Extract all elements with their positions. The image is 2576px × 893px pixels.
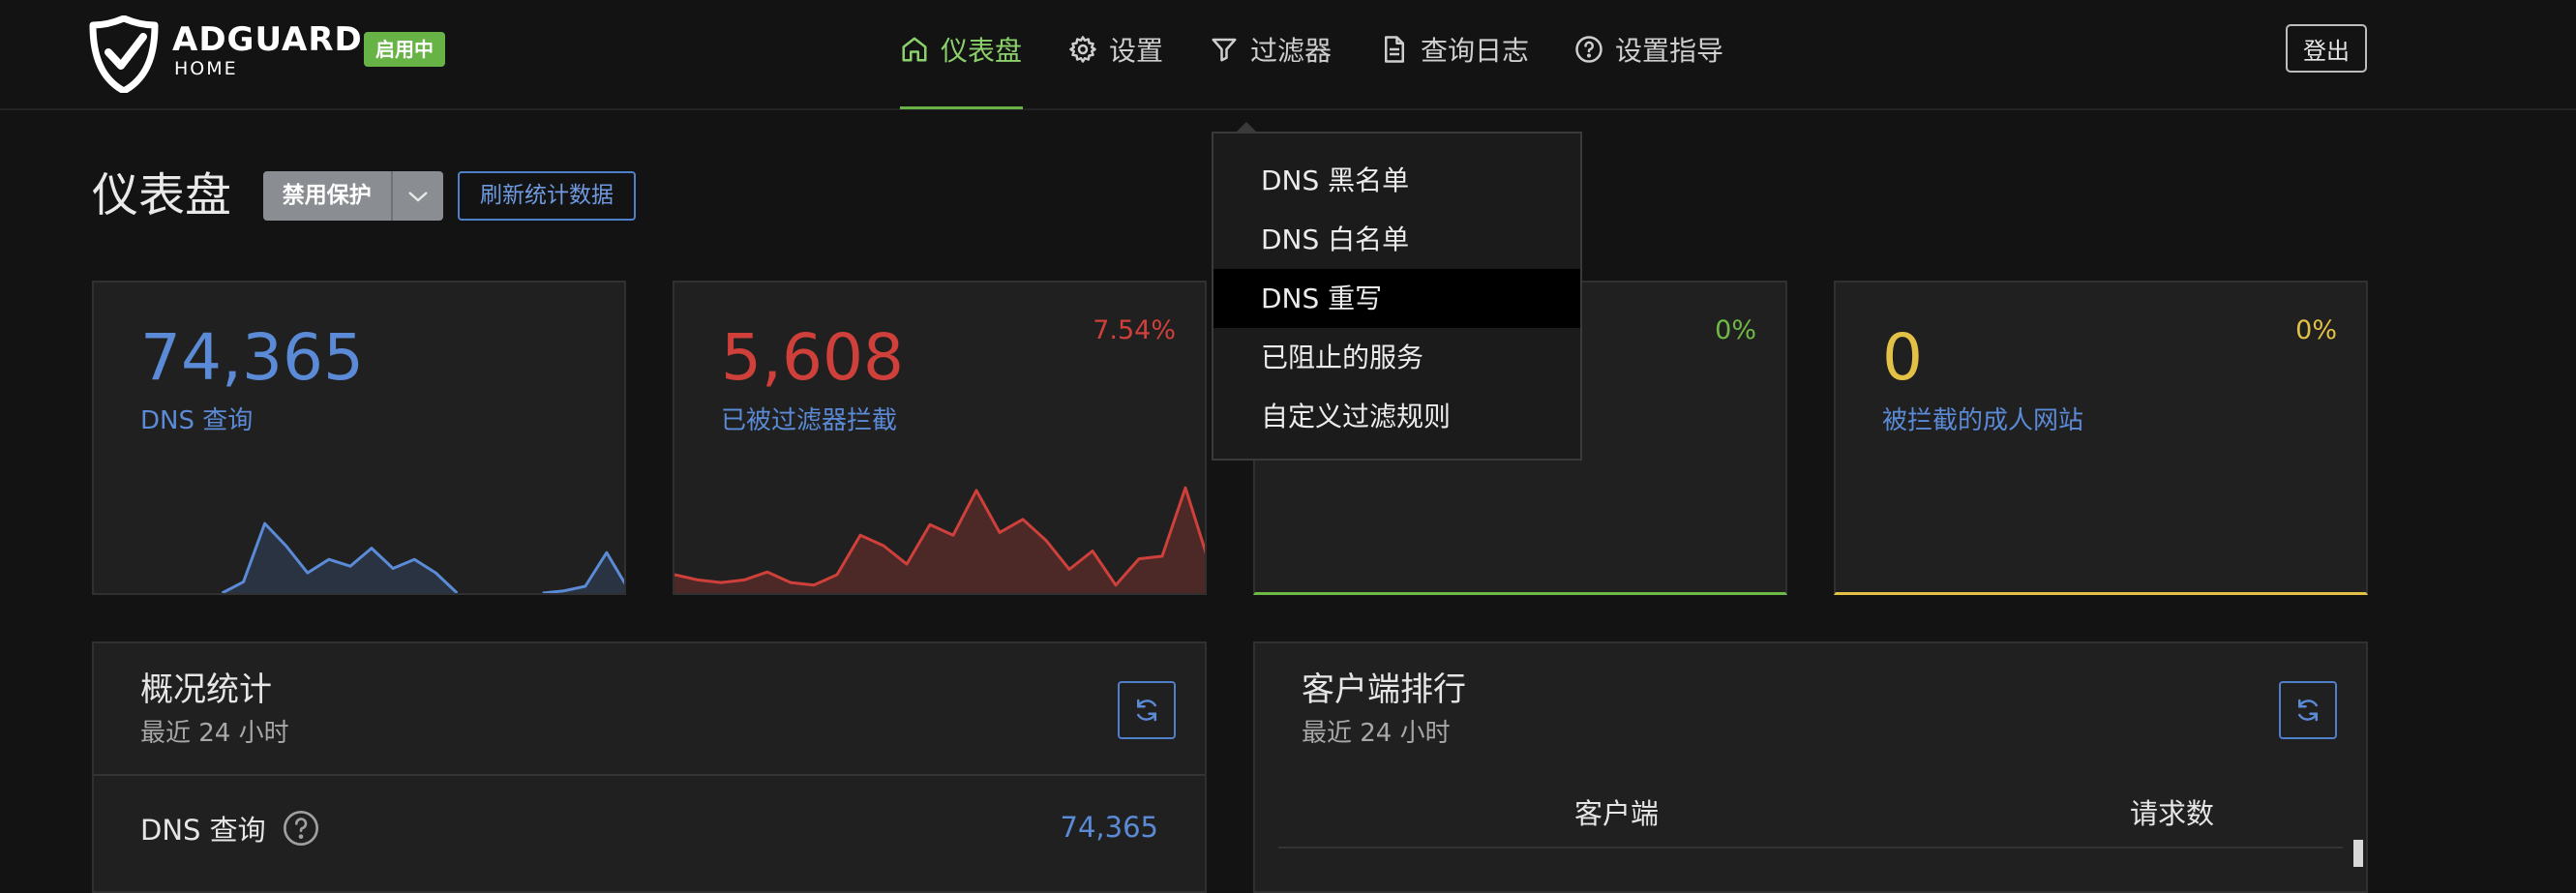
help-circle-icon bbox=[1575, 36, 1603, 63]
nav-settings[interactable]: 设置 bbox=[1068, 27, 1163, 72]
panel-subtitle: 最近 24 小时 bbox=[140, 719, 289, 748]
disable-protection-button[interactable]: 禁用保护 bbox=[263, 171, 443, 221]
overview-row-value: 74,365 bbox=[1060, 811, 1158, 844]
top-clients-refresh-button[interactable] bbox=[2279, 681, 2337, 739]
stat-value: 74,365 bbox=[140, 320, 364, 395]
top-navbar: ADGUARD HOME 启用中 仪表盘 设置 过滤器 查询日志 设置指导 登出 bbox=[0, 0, 2576, 110]
adguard-shield-logo[interactable] bbox=[89, 15, 159, 93]
brand-name: ADGUARD bbox=[172, 20, 363, 59]
overview-row-label: DNS 查询 bbox=[140, 814, 266, 847]
nav-setup-guide-label: 设置指导 bbox=[1615, 35, 1724, 67]
stat-card-blocked: 5,608 已被过滤器拦截 7.54% bbox=[673, 281, 1207, 595]
nav-filters[interactable]: 过滤器 bbox=[1210, 27, 1332, 72]
help-circle-icon[interactable] bbox=[282, 809, 320, 848]
brand-subtitle: HOME bbox=[174, 58, 238, 79]
nav-setup-guide[interactable]: 设置指导 bbox=[1574, 27, 1723, 72]
stat-percent: 0% bbox=[2295, 315, 2337, 345]
refresh-icon bbox=[2298, 699, 2318, 722]
table-scrollbar[interactable] bbox=[2353, 840, 2363, 867]
column-header-requests[interactable]: 请求数 bbox=[2130, 791, 2214, 832]
sparkline-dns-queries bbox=[94, 521, 624, 593]
stat-card-adult-sites: 0 被拦截的成人网站 0% bbox=[1834, 281, 2368, 595]
stat-percent: 0% bbox=[1715, 315, 1756, 345]
disable-protection-label: 禁用保护 bbox=[282, 183, 372, 208]
table-header-divider bbox=[1278, 847, 2343, 848]
active-tab-indicator bbox=[900, 106, 1023, 109]
document-icon bbox=[1385, 36, 1404, 63]
filter-icon bbox=[1212, 38, 1237, 62]
chevron-down-icon bbox=[407, 191, 428, 202]
top-clients-panel: 客户端排行 最近 24 小时 客户端 请求数 bbox=[1253, 641, 2368, 893]
stat-percent: 7.54% bbox=[1093, 315, 1176, 345]
overview-refresh-button[interactable] bbox=[1118, 681, 1176, 739]
overview-panel: 概况统计 最近 24 小时 DNS 查询 74,365 bbox=[92, 641, 1207, 893]
menu-item-dns-blocklist[interactable]: DNS 黑名单 bbox=[1213, 151, 1580, 210]
column-header-client[interactable]: 客户端 bbox=[1574, 791, 1659, 832]
stat-label: 已被过滤器拦截 bbox=[721, 406, 898, 435]
nav-query-log-label: 查询日志 bbox=[1421, 35, 1530, 67]
menu-item-blocked-services[interactable]: 已阻止的服务 bbox=[1213, 328, 1580, 387]
page-title: 仪表盘 bbox=[92, 168, 232, 223]
menu-item-dns-rewrites[interactable]: DNS 重写 bbox=[1213, 269, 1580, 328]
nav-dashboard-label: 仪表盘 bbox=[941, 35, 1023, 67]
sparkline-blocked bbox=[674, 486, 1205, 593]
disable-protection-dropdown-toggle[interactable] bbox=[390, 171, 443, 221]
stat-card-dns-queries: 74,365 DNS 查询 bbox=[92, 281, 626, 595]
menu-item-dns-allowlist[interactable]: DNS 白名单 bbox=[1213, 210, 1580, 269]
status-badge: 启用中 bbox=[364, 32, 445, 67]
panel-title: 概况统计 bbox=[140, 670, 272, 709]
filters-dropdown-menu: DNS 黑名单 DNS 白名单 DNS 重写 已阻止的服务 自定义过滤规则 bbox=[1212, 132, 1582, 461]
stat-value: 5,608 bbox=[721, 320, 904, 395]
overview-row: DNS 查询 bbox=[140, 808, 320, 848]
gear-icon bbox=[1069, 36, 1096, 63]
refresh-icon bbox=[1137, 699, 1156, 722]
stat-value: 0 bbox=[1882, 320, 1923, 395]
nav-settings-label: 设置 bbox=[1109, 35, 1164, 67]
stat-label: DNS 查询 bbox=[140, 406, 254, 435]
home-icon bbox=[902, 37, 927, 62]
panel-divider bbox=[94, 774, 1205, 776]
panel-subtitle: 最近 24 小时 bbox=[1302, 719, 1451, 748]
nav-dashboard[interactable]: 仪表盘 bbox=[900, 27, 1022, 72]
nav-query-log[interactable]: 查询日志 bbox=[1380, 27, 1529, 72]
nav-filters-label: 过滤器 bbox=[1250, 35, 1333, 67]
menu-item-custom-rules[interactable]: 自定义过滤规则 bbox=[1213, 387, 1580, 446]
panel-title: 客户端排行 bbox=[1302, 670, 1466, 709]
refresh-statistics-button[interactable]: 刷新统计数据 bbox=[458, 171, 636, 221]
logout-button[interactable]: 登出 bbox=[2286, 24, 2367, 73]
stat-label: 被拦截的成人网站 bbox=[1882, 406, 2084, 435]
